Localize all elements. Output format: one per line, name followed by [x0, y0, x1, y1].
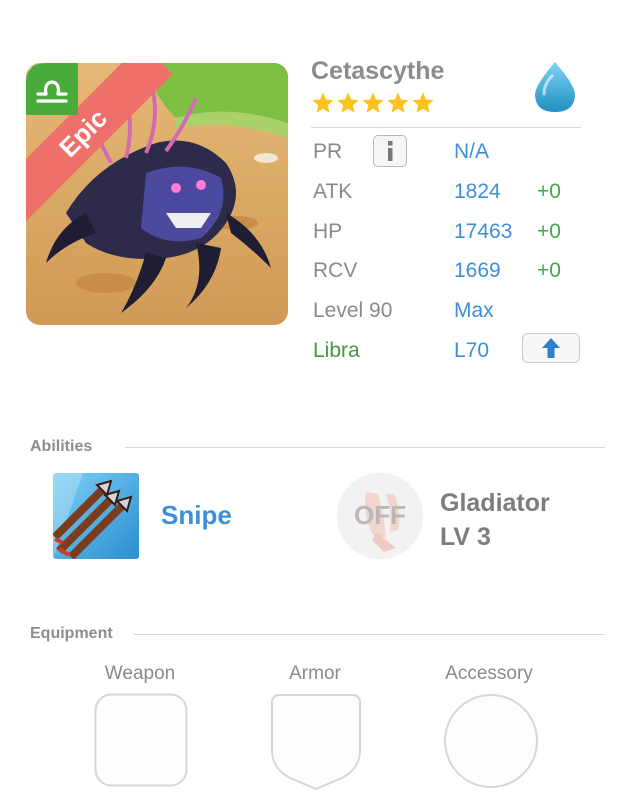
arrow-up-icon [542, 338, 560, 358]
info-button[interactable] [373, 135, 407, 167]
info-icon [388, 141, 393, 161]
accessory-slot[interactable] [443, 693, 539, 789]
active-ability-name[interactable]: Snipe [161, 500, 232, 531]
atk-bonus: +0 [537, 180, 561, 203]
passive-ability-level: LV 3 [440, 523, 491, 551]
level-value: Max [454, 299, 494, 322]
equipment-title: Equipment [30, 625, 113, 642]
zodiac-upgrade-button[interactable] [522, 333, 580, 363]
zodiac-label: Libra [313, 339, 360, 362]
accessory-slot-label: Accessory [445, 663, 533, 684]
star-icon [362, 92, 384, 113]
star-icon [412, 92, 434, 113]
star-icon [337, 92, 359, 113]
snipe-ability-button[interactable] [53, 473, 139, 559]
rcv-label: RCV [313, 259, 358, 282]
zodiac-level: L70 [454, 339, 490, 362]
pr-label: PR [313, 140, 343, 163]
atk-label: ATK [313, 180, 353, 203]
star-icon [387, 92, 409, 113]
monster-portrait[interactable]: Epic [26, 63, 288, 325]
atk-value: 1824 [454, 180, 501, 203]
passive-ability-name: Gladiator LV 3 [440, 486, 550, 554]
star-rating [311, 91, 435, 115]
water-drop-icon [535, 62, 575, 112]
weapon-slot[interactable] [94, 693, 188, 787]
rcv-value: 1669 [454, 259, 501, 282]
equipment-divider [134, 634, 605, 635]
hp-value: 17463 [454, 220, 513, 243]
monster-name: Cetascythe [311, 57, 445, 85]
passive-ability-title: Gladiator [440, 489, 550, 517]
arrows-icon [53, 473, 139, 559]
rcv-bonus: +0 [537, 259, 561, 282]
header-divider [311, 127, 581, 128]
level-label: Level 90 [313, 299, 393, 322]
abilities-divider [125, 447, 605, 448]
weapon-slot-label: Weapon [104, 663, 176, 684]
passive-state-label: OFF [354, 500, 406, 530]
hp-label: HP [313, 220, 343, 243]
hp-bonus: +0 [537, 220, 561, 243]
armor-slot[interactable] [270, 693, 362, 791]
pr-value: N/A [454, 140, 490, 163]
libra-icon [26, 63, 78, 115]
star-icon [312, 92, 334, 113]
abilities-title: Abilities [30, 438, 93, 455]
armor-slot-label: Armor [289, 663, 341, 684]
